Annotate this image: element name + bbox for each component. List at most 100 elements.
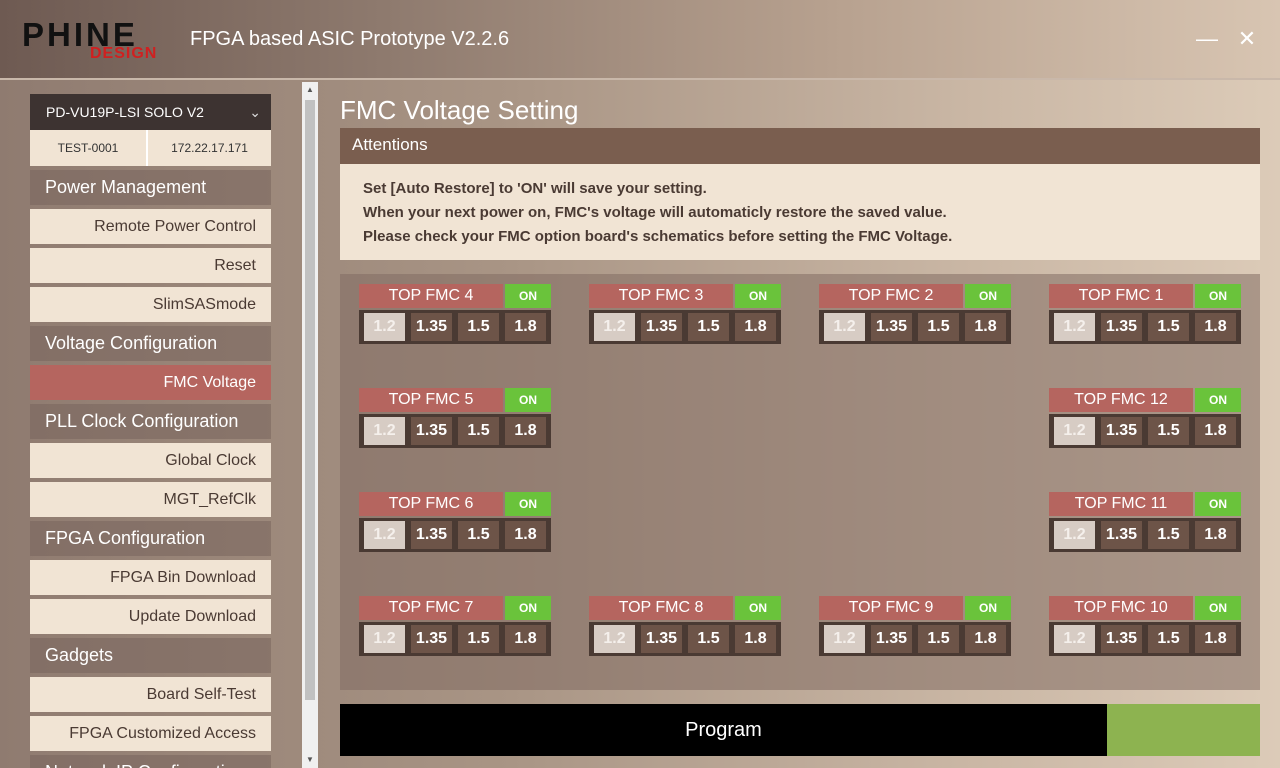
voltage-option-button[interactable]: 1.35 xyxy=(411,313,452,341)
auto-restore-toggle[interactable]: ON xyxy=(735,284,781,308)
attention-line: Please check your FMC option board's sch… xyxy=(363,228,953,245)
auto-restore-toggle[interactable]: ON xyxy=(735,596,781,620)
voltage-option-button[interactable]: 1.8 xyxy=(735,625,776,653)
auto-restore-toggle[interactable]: ON xyxy=(1195,284,1241,308)
voltage-option-button[interactable]: 1.5 xyxy=(688,625,729,653)
voltage-option-button[interactable]: 1.35 xyxy=(1101,417,1142,445)
voltage-option-button[interactable]: 1.35 xyxy=(411,521,452,549)
voltage-options: 1.2 1.35 1.5 1.8 xyxy=(359,414,551,448)
auto-restore-toggle[interactable]: ON xyxy=(1195,388,1241,412)
voltage-option-button[interactable]: 1.2 xyxy=(1054,625,1095,653)
auto-restore-toggle[interactable]: ON xyxy=(1195,492,1241,516)
minimize-icon[interactable]: — xyxy=(1194,26,1220,52)
voltage-option-button[interactable]: 1.2 xyxy=(824,625,865,653)
close-icon[interactable]: ✕ xyxy=(1234,26,1260,52)
voltage-option-button[interactable]: 1.8 xyxy=(1195,417,1236,445)
voltage-option-button[interactable]: 1.2 xyxy=(1054,521,1095,549)
sidebar-item[interactable]: FPGA Bin Download xyxy=(30,560,271,595)
title-bar: PHINE DESIGN FPGA based ASIC Prototype V… xyxy=(0,0,1280,80)
voltage-option-button[interactable]: 1.8 xyxy=(965,313,1006,341)
voltage-option-button[interactable]: 1.2 xyxy=(824,313,865,341)
sidebar-section-title: FPGA Configuration xyxy=(30,521,271,556)
voltage-option-button[interactable]: 1.35 xyxy=(411,417,452,445)
scroll-down-icon[interactable]: ▼ xyxy=(302,752,318,768)
voltage-option-button[interactable]: 1.5 xyxy=(458,625,499,653)
fmc-panel: TOP FMC 4 ON 1.2 1.35 1.5 1.8 TOP FMC 3 ON 1.2 1.… xyxy=(340,274,1260,690)
voltage-option-button[interactable]: 1.35 xyxy=(871,313,912,341)
auto-restore-toggle[interactable]: ON xyxy=(505,284,551,308)
voltage-option-button[interactable]: 1.35 xyxy=(411,625,452,653)
fmc-label: TOP FMC 1 xyxy=(1049,284,1193,308)
voltage-option-button[interactable]: 1.8 xyxy=(1195,313,1236,341)
sidebar-item[interactable]: FPGA Customized Access xyxy=(30,716,271,751)
voltage-option-button[interactable]: 1.35 xyxy=(641,313,682,341)
sidebar-item[interactable]: Board Self-Test xyxy=(30,677,271,712)
voltage-options: 1.2 1.35 1.5 1.8 xyxy=(1049,414,1241,448)
chevron-down-icon: ⌄ xyxy=(249,104,261,120)
attention-heading: Attentions xyxy=(340,128,1260,164)
scroll-up-icon[interactable]: ▲ xyxy=(302,82,318,98)
fmc-label: TOP FMC 3 xyxy=(589,284,733,308)
voltage-option-button[interactable]: 1.8 xyxy=(505,521,546,549)
device-select[interactable]: PD-VU19P-LSI SOLO V2 ⌄ xyxy=(30,94,271,130)
voltage-option-button[interactable]: 1.8 xyxy=(965,625,1006,653)
auto-restore-toggle[interactable]: ON xyxy=(505,388,551,412)
voltage-option-button[interactable]: 1.35 xyxy=(641,625,682,653)
voltage-option-button[interactable]: 1.35 xyxy=(1101,521,1142,549)
program-button[interactable]: Program xyxy=(340,704,1107,756)
voltage-option-button[interactable]: 1.5 xyxy=(688,313,729,341)
sidebar-item[interactable]: MGT_RefClk xyxy=(30,482,271,517)
sidebar-item[interactable]: Reset xyxy=(30,248,271,283)
sidebar-item[interactable]: Remote Power Control xyxy=(30,209,271,244)
voltage-option-button[interactable]: 1.5 xyxy=(458,313,499,341)
voltage-option-button[interactable]: 1.5 xyxy=(458,521,499,549)
auto-restore-toggle[interactable]: ON xyxy=(505,492,551,516)
fmc-card: TOP FMC 8 ON 1.2 1.35 1.5 1.8 xyxy=(589,596,781,656)
voltage-option-button[interactable]: 1.5 xyxy=(1148,313,1189,341)
auto-restore-toggle[interactable]: ON xyxy=(1195,596,1241,620)
fmc-card-header: TOP FMC 11 ON xyxy=(1049,492,1241,516)
fmc-label: TOP FMC 11 xyxy=(1049,492,1193,516)
voltage-option-button[interactable]: 1.5 xyxy=(1148,417,1189,445)
voltage-option-button[interactable]: 1.2 xyxy=(364,417,405,445)
fmc-label: TOP FMC 12 xyxy=(1049,388,1193,412)
voltage-option-button[interactable]: 1.2 xyxy=(1054,417,1095,445)
sidebar-item[interactable]: Global Clock xyxy=(30,443,271,478)
voltage-option-button[interactable]: 1.35 xyxy=(1101,625,1142,653)
sidebar-item[interactable]: SlimSASmode xyxy=(30,287,271,322)
voltage-option-button[interactable]: 1.5 xyxy=(458,417,499,445)
auto-restore-toggle[interactable]: ON xyxy=(505,596,551,620)
fmc-card-header: TOP FMC 6 ON xyxy=(359,492,551,516)
sidebar-item[interactable]: Update Download xyxy=(30,599,271,634)
fmc-card-header: TOP FMC 5 ON xyxy=(359,388,551,412)
auto-restore-toggle[interactable]: ON xyxy=(965,596,1011,620)
voltage-option-button[interactable]: 1.35 xyxy=(1101,313,1142,341)
fmc-card: TOP FMC 4 ON 1.2 1.35 1.5 1.8 xyxy=(359,284,551,344)
voltage-option-button[interactable]: 1.2 xyxy=(364,625,405,653)
auto-restore-toggle[interactable]: ON xyxy=(965,284,1011,308)
voltage-option-button[interactable]: 1.8 xyxy=(505,625,546,653)
voltage-option-button[interactable]: 1.8 xyxy=(505,313,546,341)
sidebar-scrollbar[interactable]: ▲ ▼ xyxy=(302,82,318,768)
voltage-option-button[interactable]: 1.5 xyxy=(918,313,959,341)
voltage-option-button[interactable]: 1.5 xyxy=(1148,625,1189,653)
scrollbar-thumb[interactable] xyxy=(305,100,315,700)
voltage-option-button[interactable]: 1.2 xyxy=(364,521,405,549)
fmc-card-header: TOP FMC 12 ON xyxy=(1049,388,1241,412)
voltage-option-button[interactable]: 1.8 xyxy=(1195,521,1236,549)
voltage-option-button[interactable]: 1.2 xyxy=(594,625,635,653)
voltage-option-button[interactable]: 1.2 xyxy=(594,313,635,341)
voltage-option-button[interactable]: 1.8 xyxy=(505,417,546,445)
fmc-card: TOP FMC 6 ON 1.2 1.35 1.5 1.8 xyxy=(359,492,551,552)
voltage-option-button[interactable]: 1.5 xyxy=(918,625,959,653)
fmc-label: TOP FMC 6 xyxy=(359,492,503,516)
voltage-option-button[interactable]: 1.2 xyxy=(364,313,405,341)
sidebar-item[interactable]: FMC Voltage xyxy=(30,365,271,400)
sidebar-section-title: Network IP Configuration xyxy=(30,755,271,768)
voltage-option-button[interactable]: 1.8 xyxy=(735,313,776,341)
fmc-card: TOP FMC 12 ON 1.2 1.35 1.5 1.8 xyxy=(1049,388,1241,448)
voltage-option-button[interactable]: 1.2 xyxy=(1054,313,1095,341)
voltage-option-button[interactable]: 1.35 xyxy=(871,625,912,653)
voltage-option-button[interactable]: 1.5 xyxy=(1148,521,1189,549)
voltage-option-button[interactable]: 1.8 xyxy=(1195,625,1236,653)
